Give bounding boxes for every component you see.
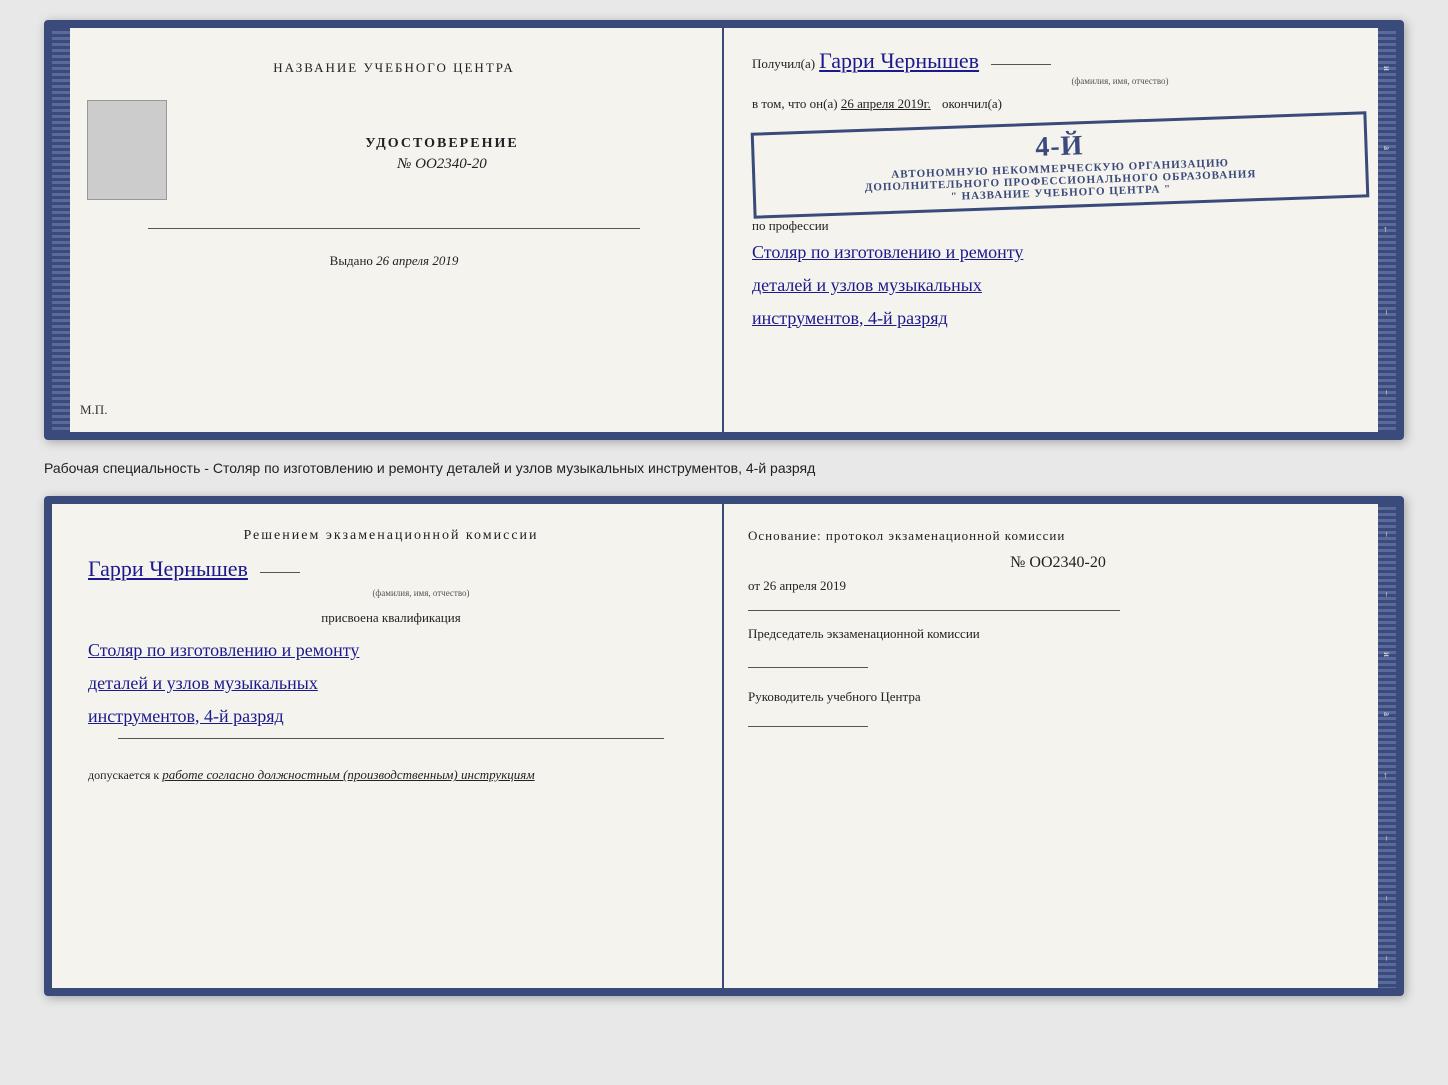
po-professii-label: по профессии [752, 218, 1368, 234]
recipient-name-top: Гарри Чернышев [819, 48, 979, 73]
poluchil-label: Получил(а) [752, 56, 815, 71]
top-right-page: Получил(а) Гарри Чернышев (фамилия, имя,… [724, 28, 1396, 432]
top-left-page: НАЗВАНИЕ УЧЕБНОГО ЦЕНТРА УДОСТОВЕРЕНИЕ №… [52, 28, 724, 432]
vydano-line: Выдано 26 апреля 2019 [330, 253, 459, 269]
ot-date-line: от 26 апреля 2019 [748, 578, 1368, 594]
vydano-date: 26 апреля 2019 [376, 253, 458, 268]
rukovoditel-signature-line [748, 726, 868, 727]
bottom-right-page: Основание: протокол экзаменационной коми… [724, 504, 1396, 988]
right-spine-top: и а ← – – [1378, 28, 1396, 432]
right-spine-bottom: – – и а ← – – – [1378, 504, 1396, 988]
institution-title: НАЗВАНИЕ УЧЕБНОГО ЦЕНТРА [273, 60, 514, 76]
qualification-line2: деталей и узлов музыкальных [88, 669, 694, 698]
dopuskaetsya-label: допускается к [88, 768, 159, 782]
left-spine-decoration [52, 28, 70, 432]
vtom-label: в том, что он(а) [752, 96, 838, 111]
bottom-certificate-spread: Решением экзаменационной комиссии Гарри … [44, 496, 1404, 996]
document-number: № OO2340-20 [397, 156, 487, 173]
resheniem-title: Решением экзаменационной комиссии [88, 528, 694, 544]
caption-bar: Рабочая специальность - Столяр по изгото… [44, 456, 1404, 480]
photo-placeholder [87, 100, 167, 200]
top-certificate-spread: НАЗВАНИЕ УЧЕБНОГО ЦЕНТРА УДОСТОВЕРЕНИЕ №… [44, 20, 1404, 440]
osnovanie-title: Основание: протокол экзаменационной коми… [748, 528, 1368, 544]
fio-label-top: (фамилия, имя, отчество) [872, 76, 1368, 86]
chairman-signature-line [748, 667, 868, 668]
prisvoena-label: присвоена квалификация [88, 610, 694, 626]
chairman-label: Председатель экзаменационной комиссии [748, 626, 980, 641]
mp-label: М.П. [80, 402, 107, 418]
recipient-name-bottom: Гарри Чернышев [88, 556, 248, 581]
profession-line1-top: Столяр по изготовлению и ремонту [752, 238, 1368, 267]
ot-label: от [748, 578, 760, 593]
okonchil-label: окончил(а) [942, 96, 1002, 111]
chairman-block: Председатель экзаменационной комиссии [748, 625, 1368, 643]
fio-label-bottom: (фамилия, имя, отчество) [148, 588, 694, 598]
date-completed: 26 апреля 2019г. [841, 96, 931, 111]
qualification-line3: инструментов, 4-й разряд [88, 702, 694, 731]
qualification-line1: Столяр по изготовлению и ремонту [88, 636, 694, 665]
rukovoditel-label: Руководитель учебного Центра [748, 689, 921, 704]
profession-line2-top: деталей и узлов музыкальных [752, 271, 1368, 300]
profession-line3-top: инструментов, 4-й разряд [752, 304, 1368, 333]
bottom-left-page: Решением экзаменационной комиссии Гарри … [52, 504, 724, 988]
document-type-label: УДОСТОВЕРЕНИЕ [365, 136, 518, 152]
bottom-name-block: Гарри Чернышев [88, 556, 694, 582]
dopusk-value: работе согласно должностным (производств… [162, 767, 534, 782]
ot-date-value: 26 апреля 2019 [763, 578, 846, 593]
protocol-number: № OO2340-20 [748, 554, 1368, 572]
rukovoditel-block: Руководитель учебного Центра [748, 688, 1368, 706]
vydano-label: Выдано [330, 253, 373, 268]
caption-text: Рабочая специальность - Столяр по изгото… [44, 460, 815, 476]
dopuskaetsya-block: допускается к работе согласно должностны… [88, 767, 694, 783]
stamp-block: 4-й АВТОНОМНУЮ НЕКОММЕРЧЕСКУЮ ОРГАНИЗАЦИ… [751, 111, 1370, 218]
